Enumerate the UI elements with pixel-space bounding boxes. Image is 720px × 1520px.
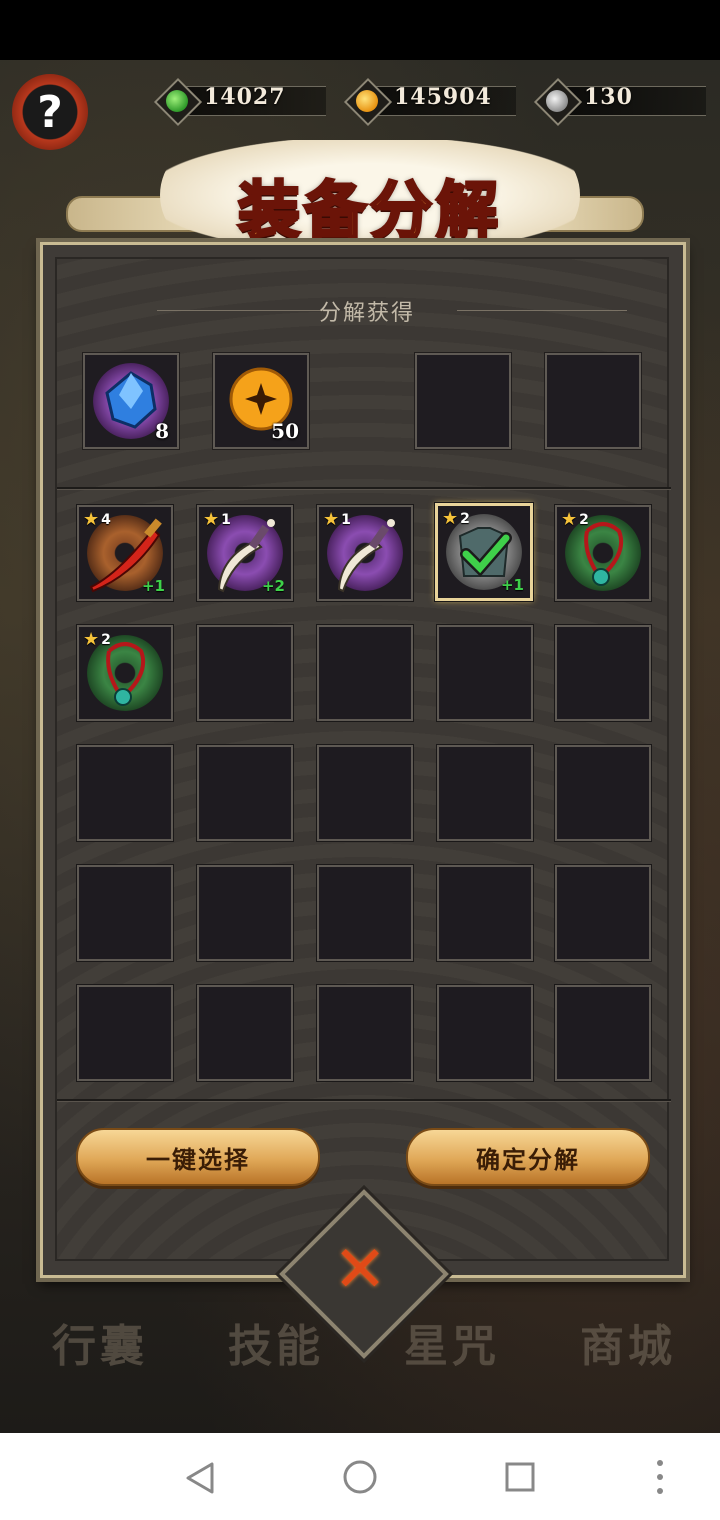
star-icon: ★ <box>561 509 578 530</box>
currency-value: 130 <box>584 84 633 110</box>
equipment-slot[interactable]: ★ 2 <box>554 504 652 602</box>
equipment-slot-empty[interactable] <box>76 864 174 962</box>
equipment-slot-empty[interactable] <box>196 984 294 1082</box>
equipment-slot-empty[interactable] <box>316 744 414 842</box>
recents-icon[interactable] <box>504 1461 536 1493</box>
reward-section-label: 分解获得 <box>318 301 415 326</box>
star-icon: ★ <box>442 508 459 529</box>
reward-slot[interactable]: 50 <box>212 352 310 450</box>
enhance-level: +2 <box>261 577 285 595</box>
tab-bag[interactable]: 行囊 <box>20 1310 180 1374</box>
gold-coin-icon <box>343 77 393 127</box>
status-bar <box>0 0 720 60</box>
confirm-decompose-button[interactable]: 确定分解 <box>406 1128 650 1186</box>
home-icon[interactable] <box>342 1459 378 1495</box>
star-count: 1 <box>221 511 231 528</box>
currency-value: 145904 <box>394 84 492 110</box>
back-icon[interactable] <box>184 1461 216 1495</box>
star-rating: ★ 2 <box>561 509 589 530</box>
equipment-slot-empty[interactable] <box>436 984 534 1082</box>
page-title: 装备分解 <box>236 173 502 249</box>
green-jade-icon <box>153 77 203 127</box>
decompose-panel: 分解获得 8 50 ★ 4 +1 ★ 1 +2 ★ 1 ★ 2 +1 ★ 2 ★… <box>40 242 686 1278</box>
star-count: 1 <box>341 511 351 528</box>
equipment-slot[interactable]: ★ 4 +1 <box>76 504 174 602</box>
reward-count: 8 <box>155 419 169 443</box>
star-rating: ★ 2 <box>442 508 470 529</box>
help-button[interactable]: ? <box>12 74 88 150</box>
star-icon: ★ <box>203 509 220 530</box>
currency-value: 14027 <box>204 84 286 110</box>
equipment-slot-empty[interactable] <box>76 984 174 1082</box>
tab-shop[interactable]: 商城 <box>548 1310 708 1374</box>
star-rating: ★ 1 <box>203 509 231 530</box>
panel-inner: 分解获得 8 50 ★ 4 +1 ★ 1 +2 ★ 1 ★ 2 +1 ★ 2 ★… <box>55 257 671 1261</box>
equipment-slot-empty[interactable] <box>316 624 414 722</box>
equipment-slot-empty[interactable] <box>554 624 652 722</box>
equipment-slot-selected[interactable]: ★ 2 +1 <box>434 502 534 602</box>
star-rating: ★ 4 <box>83 509 111 530</box>
star-icon: ★ <box>83 629 100 650</box>
star-rating: ★ 1 <box>323 509 351 530</box>
enhance-level: +1 <box>141 577 165 595</box>
more-options-icon[interactable] <box>652 1457 668 1497</box>
star-count: 2 <box>101 631 111 648</box>
star-count: 2 <box>460 510 470 527</box>
equipment-slot-empty[interactable] <box>554 864 652 962</box>
equipment-slot-empty[interactable] <box>196 864 294 962</box>
equipment-slot-empty[interactable] <box>554 744 652 842</box>
section-divider <box>57 1099 671 1101</box>
equipment-slot-empty[interactable] <box>436 864 534 962</box>
reward-slot-empty[interactable] <box>414 352 512 450</box>
equipment-slot[interactable]: ★ 2 <box>76 624 174 722</box>
auto-select-button[interactable]: 一键选择 <box>76 1128 320 1186</box>
equipment-slot[interactable]: ★ 1 <box>316 504 414 602</box>
reward-slot[interactable]: 8 <box>82 352 180 450</box>
reward-slot-empty[interactable] <box>544 352 642 450</box>
star-rating: ★ 2 <box>83 629 111 650</box>
equipment-slot[interactable]: ★ 1 +2 <box>196 504 294 602</box>
star-count: 4 <box>101 511 111 528</box>
star-icon: ★ <box>323 509 340 530</box>
close-icon[interactable]: ✕ <box>320 1230 400 1310</box>
equipment-slot-empty[interactable] <box>316 984 414 1082</box>
silver-coin-icon <box>533 77 583 127</box>
equipment-slot-empty[interactable] <box>76 744 174 842</box>
enhance-level: +1 <box>500 576 524 594</box>
star-icon: ★ <box>83 509 100 530</box>
section-divider <box>57 487 671 489</box>
equipment-slot-empty[interactable] <box>436 744 534 842</box>
equipment-slot-empty[interactable] <box>316 864 414 962</box>
reward-count: 50 <box>271 419 299 443</box>
android-nav-bar <box>0 1433 720 1520</box>
equipment-slot-empty[interactable] <box>196 744 294 842</box>
equipment-slot-empty[interactable] <box>436 624 534 722</box>
star-count: 2 <box>579 511 589 528</box>
equipment-slot-empty[interactable] <box>196 624 294 722</box>
equipment-slot-empty[interactable] <box>554 984 652 1082</box>
